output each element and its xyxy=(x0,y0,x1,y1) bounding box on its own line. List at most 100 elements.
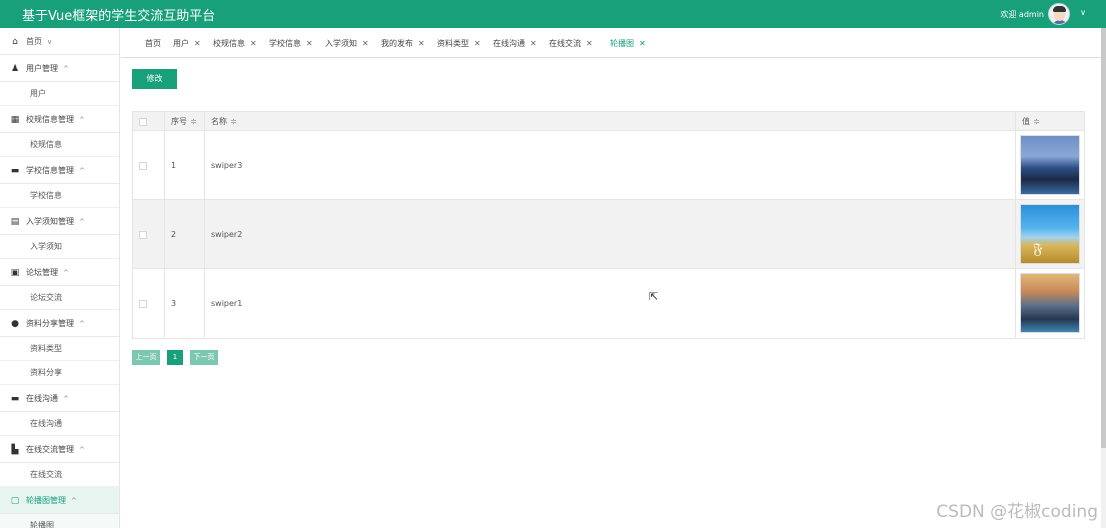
table-row[interactable]: 1 swiper3 xyxy=(133,131,1084,200)
sidebar-item-resource-types[interactable]: 资料类型 xyxy=(0,337,119,361)
chevron-up-icon: ^ xyxy=(79,320,85,328)
tab-label: 用户 xyxy=(173,39,189,48)
close-icon[interactable]: ✕ xyxy=(474,39,481,48)
prev-page-button[interactable]: 上一页 xyxy=(132,350,160,365)
sidebar-item-online-exchange[interactable]: 在线交流 xyxy=(0,463,119,487)
chevron-up-icon: ^ xyxy=(79,167,85,175)
mouse-cursor-icon: ⇱ xyxy=(649,290,659,303)
table-row[interactable]: 3 swiper1 xyxy=(133,269,1084,338)
tab-admission[interactable]: 入学须知 ✕ xyxy=(325,38,369,49)
sidebar-group-carousel[interactable]: ▢ 轮播图管理 ^ xyxy=(0,487,119,514)
page-scrollbar[interactable] xyxy=(1101,28,1106,528)
tab-rules[interactable]: 校规信息 ✕ xyxy=(213,38,257,49)
sidebar-item-resource-share[interactable]: 资料分享 xyxy=(0,361,119,385)
sidebar-item-users[interactable]: 用户 xyxy=(0,82,119,106)
chevron-up-icon: ^ xyxy=(63,269,69,277)
compass-icon: ● xyxy=(11,319,19,329)
column-header-value[interactable]: 值 ≑ xyxy=(1016,112,1084,131)
chevron-up-icon: ^ xyxy=(79,116,85,124)
sort-icon[interactable]: ≑ xyxy=(190,117,197,126)
avatar[interactable] xyxy=(1048,3,1070,25)
tab-my-posts[interactable]: 我的发布 ✕ xyxy=(381,38,425,49)
grid-icon: ▦ xyxy=(10,115,20,125)
sidebar-group-label: 入学须知管理 xyxy=(26,217,74,226)
sidebar-group-label: 轮播图管理 xyxy=(26,496,66,505)
close-icon[interactable]: ✕ xyxy=(306,39,313,48)
folder-icon: ▬ xyxy=(10,166,20,176)
sidebar-group-school[interactable]: ▬ 学校信息管理 ^ xyxy=(0,157,119,184)
tab-bar: 首页 用户 ✕ 校规信息 ✕ 学校信息 ✕ 入学须知 ✕ 我的发布 ✕ 资料类型 ✕ 在线沟… xyxy=(121,28,1101,58)
table-icon: ▤ xyxy=(10,217,20,227)
close-icon[interactable]: ✕ xyxy=(194,39,201,48)
sidebar-item-school[interactable]: 学校信息 xyxy=(0,184,119,208)
scrollbar-thumb[interactable] xyxy=(1101,28,1106,448)
chevron-up-icon: ^ xyxy=(63,395,69,403)
tab-users[interactable]: 用户 ✕ xyxy=(173,38,201,49)
sidebar-item-online-chat[interactable]: 在线沟通 xyxy=(0,412,119,436)
close-icon[interactable]: ✕ xyxy=(586,39,593,48)
tab-carousel[interactable]: 轮播图 ✕ xyxy=(610,38,646,49)
sidebar-group-resources[interactable]: ● 资料分享管理 ^ xyxy=(0,310,119,337)
chevron-down-icon: ∨ xyxy=(47,38,53,46)
table-header: 序号 ≑ 名称 ≑ 值 ≑ xyxy=(133,112,1084,131)
tab-home[interactable]: 首页 xyxy=(145,38,161,49)
row-select-cell xyxy=(133,200,165,269)
edit-button[interactable]: 修改 xyxy=(132,69,177,89)
sidebar-item-admission[interactable]: 入学须知 xyxy=(0,235,119,259)
sidebar-item-carousel[interactable]: 轮播图 xyxy=(0,514,119,528)
carousel-icon: ▢ xyxy=(10,496,20,506)
close-icon[interactable]: ✕ xyxy=(418,39,425,48)
close-icon[interactable]: ✕ xyxy=(250,39,257,48)
swiper-thumbnail-image[interactable] xyxy=(1020,273,1080,333)
sidebar-group-online-exchange[interactable]: ▙ 在线交流管理 ^ xyxy=(0,436,119,463)
tab-school[interactable]: 学校信息 ✕ xyxy=(269,38,313,49)
folder-icon: ▬ xyxy=(10,394,20,404)
tab-online-exchange[interactable]: 在线交流 ✕ xyxy=(549,38,593,49)
row-index: 3 xyxy=(165,269,205,338)
user-icon: ♟ xyxy=(10,64,20,74)
column-header-index[interactable]: 序号 ≑ xyxy=(165,112,205,131)
sidebar-item-forum[interactable]: 论坛交流 xyxy=(0,286,119,310)
sidebar-group-user[interactable]: ♟ 用户管理 ^ xyxy=(0,55,119,82)
row-checkbox[interactable] xyxy=(139,161,147,170)
sort-icon[interactable]: ≑ xyxy=(1033,117,1040,126)
sidebar-group-label: 学校信息管理 xyxy=(26,166,74,175)
sidebar-group-rules[interactable]: ▦ 校规信息管理 ^ xyxy=(0,106,119,133)
sidebar-item-rules[interactable]: 校规信息 xyxy=(0,133,119,157)
close-icon[interactable]: ✕ xyxy=(530,39,537,48)
swiper-thumbnail-image[interactable]: 𝔉 xyxy=(1020,204,1080,264)
column-header-name[interactable]: 名称 ≑ xyxy=(205,112,1016,131)
tab-label: 我的发布 xyxy=(381,39,413,48)
avatar-hair-shape xyxy=(1053,6,1066,12)
close-icon[interactable]: ✕ xyxy=(639,39,646,48)
sidebar-group-label: 论坛管理 xyxy=(26,268,58,277)
sidebar-item-label: 首页 xyxy=(26,37,42,46)
chevron-down-icon[interactable]: ∨ xyxy=(1080,8,1086,17)
tab-label: 首页 xyxy=(145,39,161,48)
table-row[interactable]: 2 swiper2 𝔉 xyxy=(133,200,1084,269)
sidebar-group-label: 在线交流管理 xyxy=(26,445,74,454)
row-checkbox[interactable] xyxy=(139,230,147,239)
row-select-cell xyxy=(133,269,165,338)
swiper-thumbnail-image[interactable] xyxy=(1020,135,1080,195)
home-icon: ⌂ xyxy=(12,37,18,47)
page-number-button[interactable]: 1 xyxy=(167,350,183,365)
sidebar-item-home[interactable]: ⌂ 首页 ∨ xyxy=(0,28,119,55)
sidebar-group-online-chat[interactable]: ▬ 在线沟通 ^ xyxy=(0,385,119,412)
next-page-button[interactable]: 下一页 xyxy=(190,350,218,365)
sidebar-group-forum[interactable]: ▣ 论坛管理 ^ xyxy=(0,259,119,286)
sort-icon[interactable]: ≑ xyxy=(230,117,237,126)
main-content: 首页 用户 ✕ 校规信息 ✕ 学校信息 ✕ 入学须知 ✕ 我的发布 ✕ 资料类型 ✕ 在线沟… xyxy=(121,28,1101,528)
select-all-checkbox[interactable] xyxy=(139,117,147,126)
close-icon[interactable]: ✕ xyxy=(362,39,369,48)
tab-online-chat[interactable]: 在线沟通 ✕ xyxy=(493,38,537,49)
column-header-label: 值 xyxy=(1022,117,1030,126)
row-checkbox[interactable] xyxy=(139,299,147,308)
tab-label: 在线交流 xyxy=(549,39,581,48)
tab-resource-types[interactable]: 资料类型 ✕ xyxy=(437,38,481,49)
building-icon: ▙ xyxy=(11,445,19,455)
row-index: 1 xyxy=(165,131,205,200)
sidebar-group-admission[interactable]: ▤ 入学须知管理 ^ xyxy=(0,208,119,235)
sidebar-group-label: 在线沟通 xyxy=(26,394,58,403)
app-title: 基于Vue框架的学生交流互助平台 xyxy=(22,9,216,24)
